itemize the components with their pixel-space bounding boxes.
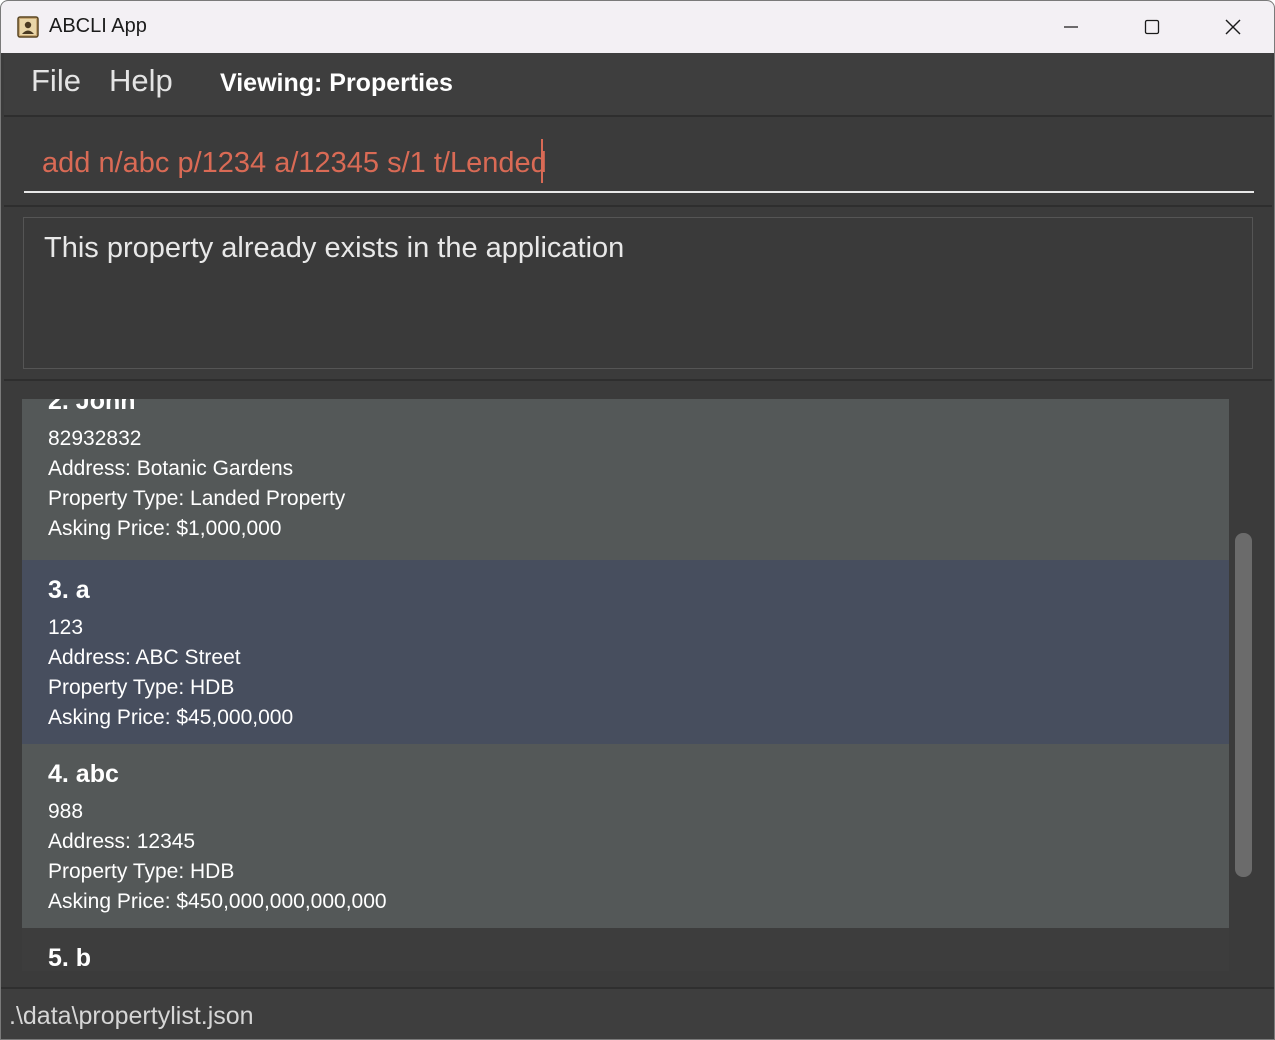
- property-price: Asking Price: $450,000,000,000,000: [48, 890, 387, 913]
- minimize-icon: [1064, 26, 1078, 28]
- menu-bar: File Help Viewing: Properties: [4, 53, 1272, 117]
- minimize-button[interactable]: [1031, 1, 1111, 53]
- property-address: Address: ABC Street: [48, 646, 241, 669]
- result-display: This property already exists in the appl…: [23, 217, 1253, 369]
- close-icon: [1225, 19, 1241, 35]
- text-caret: [541, 139, 543, 183]
- property-card[interactable]: 5. b: [22, 928, 1229, 971]
- property-address: Address: Botanic Gardens: [48, 457, 294, 480]
- menu-file[interactable]: File: [31, 63, 81, 99]
- property-list-panel: 2. John 82932832 Address: Botanic Garden…: [4, 383, 1272, 987]
- window-title: ABCLI App: [49, 15, 147, 37]
- address-book-icon: [17, 16, 39, 38]
- maximize-button[interactable]: [1112, 1, 1192, 53]
- property-phone: 82932832: [48, 427, 142, 450]
- menu-help[interactable]: Help: [109, 63, 173, 99]
- maximize-icon: [1144, 19, 1160, 35]
- command-box: [4, 117, 1272, 207]
- property-title: 2. John: [48, 399, 136, 415]
- scrollbar-thumb[interactable]: [1235, 533, 1252, 877]
- property-card[interactable]: 4. abc 988 Address: 12345 Property Type:…: [22, 744, 1229, 928]
- command-input[interactable]: [24, 135, 1254, 193]
- property-phone: 123: [48, 616, 84, 639]
- save-file-path: .\data\propertylist.json: [9, 1002, 254, 1030]
- property-phone: 988: [48, 800, 84, 823]
- result-message: This property already exists in the appl…: [44, 232, 625, 264]
- close-button[interactable]: [1193, 1, 1273, 53]
- status-bar: .\data\propertylist.json: [1, 987, 1274, 1039]
- app-window: ABCLI App File Help Viewing: Properties: [0, 0, 1275, 1040]
- property-type: Property Type: HDB: [48, 676, 235, 699]
- property-price: Asking Price: $45,000,000: [48, 706, 294, 729]
- property-card[interactable]: 2. John 82932832 Address: Botanic Garden…: [22, 399, 1229, 560]
- property-title: 4. abc: [48, 760, 119, 788]
- property-title: 5. b: [48, 944, 92, 971]
- property-list[interactable]: 2. John 82932832 Address: Botanic Garden…: [22, 399, 1229, 971]
- property-card-selected[interactable]: 3. a 123 Address: ABC Street Property Ty…: [22, 560, 1229, 744]
- property-address: Address: 12345: [48, 830, 196, 853]
- result-display-area: This property already exists in the appl…: [4, 207, 1272, 381]
- viewing-label: Viewing: Properties: [220, 69, 453, 97]
- property-price: Asking Price: $1,000,000: [48, 517, 282, 540]
- property-type: Property Type: HDB: [48, 860, 235, 883]
- property-title: 3. a: [48, 576, 90, 604]
- property-type: Property Type: Landed Property: [48, 487, 346, 510]
- title-bar: ABCLI App: [1, 1, 1274, 53]
